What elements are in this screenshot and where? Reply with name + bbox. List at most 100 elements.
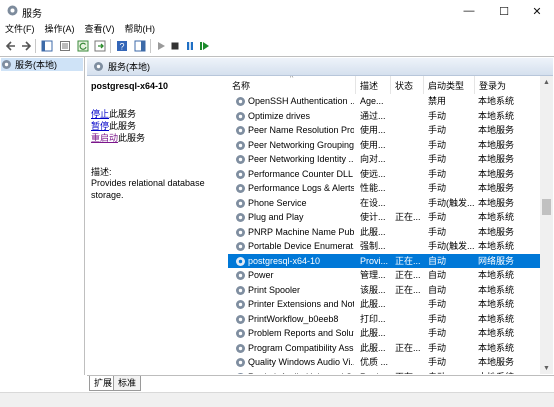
- properties-sheet-icon[interactable]: [58, 39, 71, 52]
- service-row[interactable]: Optimize drives 通过... 手动 本地系统: [228, 109, 540, 124]
- status-bar: [0, 392, 554, 407]
- service-row[interactable]: Phone Service 在设... 手动(触发... 本地服务: [228, 196, 540, 211]
- service-logon-cell: 本地系统: [478, 342, 515, 353]
- scroll-up-icon[interactable]: ▲: [540, 76, 553, 88]
- tree-item-services-local[interactable]: 服务(本地): [1, 58, 83, 71]
- service-name-cell: Phone Service: [248, 197, 307, 208]
- service-startup-cell: 自动: [428, 255, 447, 266]
- restart-service-icon[interactable]: [198, 39, 211, 52]
- close-button[interactable]: ✕: [520, 0, 554, 22]
- service-startup-cell: 手动: [428, 226, 447, 237]
- column-header-name[interactable]: 名称 ^: [228, 76, 356, 94]
- service-logon-cell: 本地系统: [478, 328, 515, 338]
- service-row[interactable]: Performance Logs & Alerts 性能... 手动 本地服务: [228, 181, 540, 196]
- show-hide-action-pane-icon[interactable]: [133, 39, 146, 52]
- menu-view[interactable]: 查看(V): [80, 22, 120, 36]
- service-row[interactable]: PNRP Machine Name Publ... 此服... 手动 本地服务: [228, 225, 540, 240]
- scroll-down-icon[interactable]: ▼: [540, 362, 553, 374]
- service-desc-cell: 使远...: [360, 168, 386, 179]
- export-list-icon[interactable]: [93, 39, 106, 52]
- service-status-cell: 正在...: [395, 284, 421, 295]
- service-gear-icon: [236, 300, 245, 309]
- description-text: Provides relational database storage.: [91, 178, 205, 200]
- service-startup-cell: 手动: [428, 357, 447, 367]
- column-header-status[interactable]: 状态: [391, 76, 424, 94]
- service-desc-cell: 强制...: [360, 241, 386, 251]
- service-desc-cell: 使用...: [360, 139, 386, 150]
- service-logon-cell: 本地系统: [478, 212, 515, 222]
- service-name-cell: Power: [248, 270, 274, 280]
- restart-service-link[interactable]: 重启动: [91, 133, 118, 143]
- service-gear-icon: [236, 314, 245, 324]
- service-name-cell: Peer Name Resolution Pro...: [248, 125, 354, 135]
- service-logon-cell: 本地服务: [478, 139, 515, 150]
- service-startup-cell: 自动: [428, 284, 447, 295]
- column-header-description[interactable]: 描述: [356, 76, 391, 94]
- service-gear-icon: [236, 155, 245, 164]
- pause-service-link[interactable]: 暂停: [91, 121, 109, 131]
- service-row[interactable]: Problem Reports and Solut... 此服... 手动 本地系统: [228, 326, 540, 341]
- menu-bar: 文件(F) 操作(A) 查看(V) 帮助(H): [0, 22, 554, 36]
- refresh-icon[interactable]: [76, 39, 89, 52]
- column-header-startup-type[interactable]: 启动类型: [424, 76, 475, 94]
- service-row[interactable]: Printer Extensions and Noti... 此服... 手动 本地系…: [228, 297, 540, 312]
- service-row[interactable]: OpenSSH Authentication ... Age... 禁用 本地系统: [228, 94, 540, 109]
- tab-standard[interactable]: 标准: [113, 376, 142, 391]
- service-row[interactable]: Print Spooler 该服... 正在... 自动 本地系统: [228, 283, 540, 298]
- service-row[interactable]: Quality Windows Audio Vi... 优质 ... 手动 本地服务: [228, 355, 540, 370]
- stop-service-icon[interactable]: [168, 39, 181, 52]
- start-service-icon[interactable]: [154, 39, 167, 52]
- menu-action[interactable]: 操作(A): [40, 22, 80, 36]
- service-row[interactable]: Peer Networking Identity ... 向对... 手动 本地服务: [228, 152, 540, 167]
- restart-service-line: 重启动此服务: [91, 131, 145, 144]
- service-logon-cell: 本地服务: [478, 183, 515, 193]
- service-logon-cell: 本地系统: [478, 270, 515, 280]
- service-logon-cell: 本地系统: [478, 370, 538, 375]
- service-row[interactable]: Realtek Audio Universal Se... Realt... 正在.…: [228, 370, 540, 375]
- minimize-button[interactable]: —: [452, 0, 486, 22]
- console-tree-icon[interactable]: [40, 39, 53, 52]
- service-row[interactable]: Peer Name Resolution Pro... 使用... 手动 本地服务: [228, 123, 540, 138]
- service-row[interactable]: postgresql-x64-10 Provi... 正在... 自动 网络服务: [228, 253, 540, 268]
- service-row[interactable]: Program Compatibility Assi... 此服... 正在... 手…: [228, 341, 540, 356]
- service-desc-cell: 此服...: [360, 226, 386, 237]
- service-row[interactable]: Performance Counter DLL ... 使远... 手动 本地服务: [228, 167, 540, 182]
- service-desc-cell: Provi...: [360, 255, 389, 266]
- pause-service-icon[interactable]: [183, 39, 196, 52]
- service-desc-cell: 此服...: [360, 299, 386, 309]
- services-list: 名称 ^ 描述 状态 启动类型 登录为 OpenSSH Authenticati…: [228, 76, 540, 374]
- maximize-button[interactable]: ☐: [487, 0, 521, 22]
- vertical-scrollbar[interactable]: ▲ ▼: [540, 76, 553, 374]
- service-gear-icon: [237, 372, 244, 374]
- menu-file[interactable]: 文件(F): [0, 22, 40, 36]
- service-desc-cell: 打印...: [360, 313, 386, 324]
- service-name-cell: Peer Networking Grouping: [248, 139, 354, 150]
- service-status-cell: 正在...: [395, 212, 421, 222]
- service-logon-cell: 本地服务: [478, 226, 515, 237]
- service-logon-cell: 本地服务: [478, 154, 515, 164]
- service-gear-icon: [236, 271, 245, 280]
- scrollbar-thumb[interactable]: [542, 199, 551, 215]
- menu-help[interactable]: 帮助(H): [120, 22, 161, 36]
- service-gear-icon: [236, 329, 245, 338]
- service-desc-cell: 此服...: [360, 328, 386, 338]
- service-row[interactable]: PrintWorkflow_b0eeb8 打印... 手动 本地系统: [228, 312, 540, 327]
- service-startup-cell: 手动: [428, 154, 447, 164]
- forward-icon[interactable]: [19, 39, 32, 52]
- toolbar: ?: [0, 36, 554, 57]
- service-logon-cell: 本地服务: [478, 168, 515, 179]
- service-row[interactable]: Portable Device Enumerat... 强制... 手动(触发...…: [228, 239, 540, 254]
- service-row[interactable]: Peer Networking Grouping 使用... 手动 本地服务: [228, 138, 540, 153]
- stop-service-link[interactable]: 停止: [91, 109, 109, 119]
- service-status-cell: [395, 167, 423, 182]
- column-header-logon[interactable]: 登录为: [475, 76, 540, 94]
- service-row[interactable]: Power 管理... 正在... 自动 本地系统: [228, 268, 540, 283]
- service-status-cell: [395, 312, 423, 327]
- services-gear-icon: [94, 62, 103, 71]
- service-status-cell: [395, 239, 423, 254]
- back-icon[interactable]: [4, 39, 17, 52]
- help-icon[interactable]: ?: [115, 39, 128, 52]
- service-startup-cell: 手动: [428, 125, 447, 135]
- service-row[interactable]: Plug and Play 使计... 正在... 手动 本地系统: [228, 210, 540, 225]
- service-startup-cell: 手动: [428, 342, 447, 353]
